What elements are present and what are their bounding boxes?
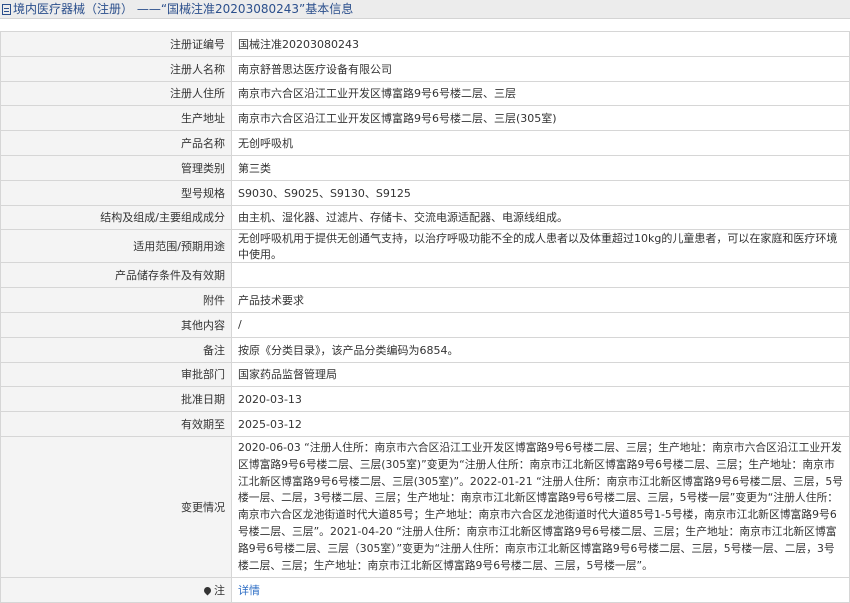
row-expiry-date: 有效期至 2025-03-12 — [0, 411, 850, 437]
field-label: 审批部门 — [0, 361, 232, 388]
field-label: 产品名称 — [0, 130, 232, 156]
page-header: 境内医疗器械（注册） ——“国械注准20203080243”基本信息 — [0, 0, 850, 19]
field-value: 国家药品监督管理局 — [231, 361, 850, 388]
field-label: 批准日期 — [0, 386, 232, 413]
field-label: 备注 — [0, 336, 232, 363]
row-remarks: 备注 按原《分类目录》，该产品分类编码为6854。 — [0, 336, 850, 363]
row-model-spec: 型号规格 S9030、S9025、S9130、S9125 — [0, 179, 850, 206]
page-title: 境内医疗器械（注册） ——“国械注准20203080243”基本信息 — [13, 2, 354, 16]
field-value: 产品技术要求 — [231, 287, 850, 313]
field-value: / — [231, 311, 850, 338]
field-label: 型号规格 — [0, 179, 232, 206]
map-pin-icon — [202, 585, 213, 596]
details-link[interactable]: 详情 — [238, 584, 260, 597]
document-icon — [2, 4, 11, 15]
field-label: 结构及组成/主要组成成分 — [0, 204, 232, 231]
note-label: 注 — [214, 584, 225, 598]
field-value: 2025-03-12 — [231, 411, 850, 437]
row-storage-conditions: 产品储存条件及有效期 — [0, 262, 850, 289]
note-label-cell: 注 — [0, 577, 232, 603]
row-product-name: 产品名称 无创呼吸机 — [0, 130, 850, 156]
field-label: 有效期至 — [0, 411, 232, 437]
field-value: 南京市六合区沿江工业开发区博富路9号6号楼二层、三层(305室) — [231, 105, 850, 132]
field-value: 南京市六合区沿江工业开发区博富路9号6号楼二层、三层 — [231, 80, 850, 107]
field-label: 其他内容 — [0, 311, 232, 338]
field-label: 注册人住所 — [0, 80, 232, 107]
field-value — [231, 262, 850, 289]
field-label: 附件 — [0, 287, 232, 313]
field-label: 注册人名称 — [0, 55, 232, 82]
field-value: 国械注准20203080243 — [231, 31, 850, 57]
row-production-address: 生产地址 南京市六合区沿江工业开发区博富路9号6号楼二层、三层(305室) — [0, 105, 850, 132]
field-value: 由主机、湿化器、过滤片、存储卡、交流电源适配器、电源线组成。 — [231, 204, 850, 231]
field-value: 第三类 — [231, 154, 850, 181]
field-value: 南京舒普思达医疗设备有限公司 — [231, 55, 850, 82]
row-change-history: 变更情况 2020-06-03 “注册人住所：南京市六合区沿江工业开发区博富路9号… — [0, 435, 850, 579]
field-label: 变更情况 — [0, 435, 232, 579]
row-registrant-address: 注册人住所 南京市六合区沿江工业开发区博富路9号6号楼二层、三层 — [0, 80, 850, 107]
field-value: 无创呼吸机 — [231, 130, 850, 156]
field-label: 管理类别 — [0, 154, 232, 181]
field-label: 适用范围/预期用途 — [0, 229, 232, 264]
row-attachment: 附件 产品技术要求 — [0, 287, 850, 313]
row-note: 注详情 — [0, 577, 850, 603]
field-label: 注册证编号 — [0, 31, 232, 57]
field-value: 2020-03-13 — [231, 386, 850, 413]
field-value: 2020-06-03 “注册人住所：南京市六合区沿江工业开发区博富路9号6号楼二… — [231, 435, 850, 579]
row-structure-composition: 结构及组成/主要组成成分 由主机、湿化器、过滤片、存储卡、交流电源适配器、电源线组… — [0, 204, 850, 231]
row-other-content: 其他内容 / — [0, 311, 850, 338]
row-approval-date: 批准日期 2020-03-13 — [0, 386, 850, 413]
field-label: 产品储存条件及有效期 — [0, 262, 232, 289]
field-value: 按原《分类目录》，该产品分类编码为6854。 — [231, 336, 850, 363]
info-table-body: 注册证编号 国械注准20203080243 注册人名称 南京舒普思达医疗设备有限公司注… — [0, 31, 850, 603]
note-value: 详情 — [231, 577, 850, 603]
field-value: 无创呼吸机用于提供无创通气支持，以治疗呼吸功能不全的成人患者以及体重超过10kg… — [231, 229, 850, 264]
row-management-category: 管理类别 第三类 — [0, 154, 850, 181]
row-reg-cert-no: 注册证编号 国械注准20203080243 — [0, 31, 850, 57]
field-label: 生产地址 — [0, 105, 232, 132]
info-table: 注册证编号 国械注准20203080243 注册人名称 南京舒普思达医疗设备有限公司注… — [0, 31, 850, 603]
row-approval-department: 审批部门 国家药品监督管理局 — [0, 361, 850, 388]
row-registrant-name: 注册人名称 南京舒普思达医疗设备有限公司 — [0, 55, 850, 82]
field-value: S9030、S9025、S9130、S9125 — [231, 179, 850, 206]
row-intended-use: 适用范围/预期用途 无创呼吸机用于提供无创通气支持，以治疗呼吸功能不全的成人患者以… — [0, 229, 850, 264]
